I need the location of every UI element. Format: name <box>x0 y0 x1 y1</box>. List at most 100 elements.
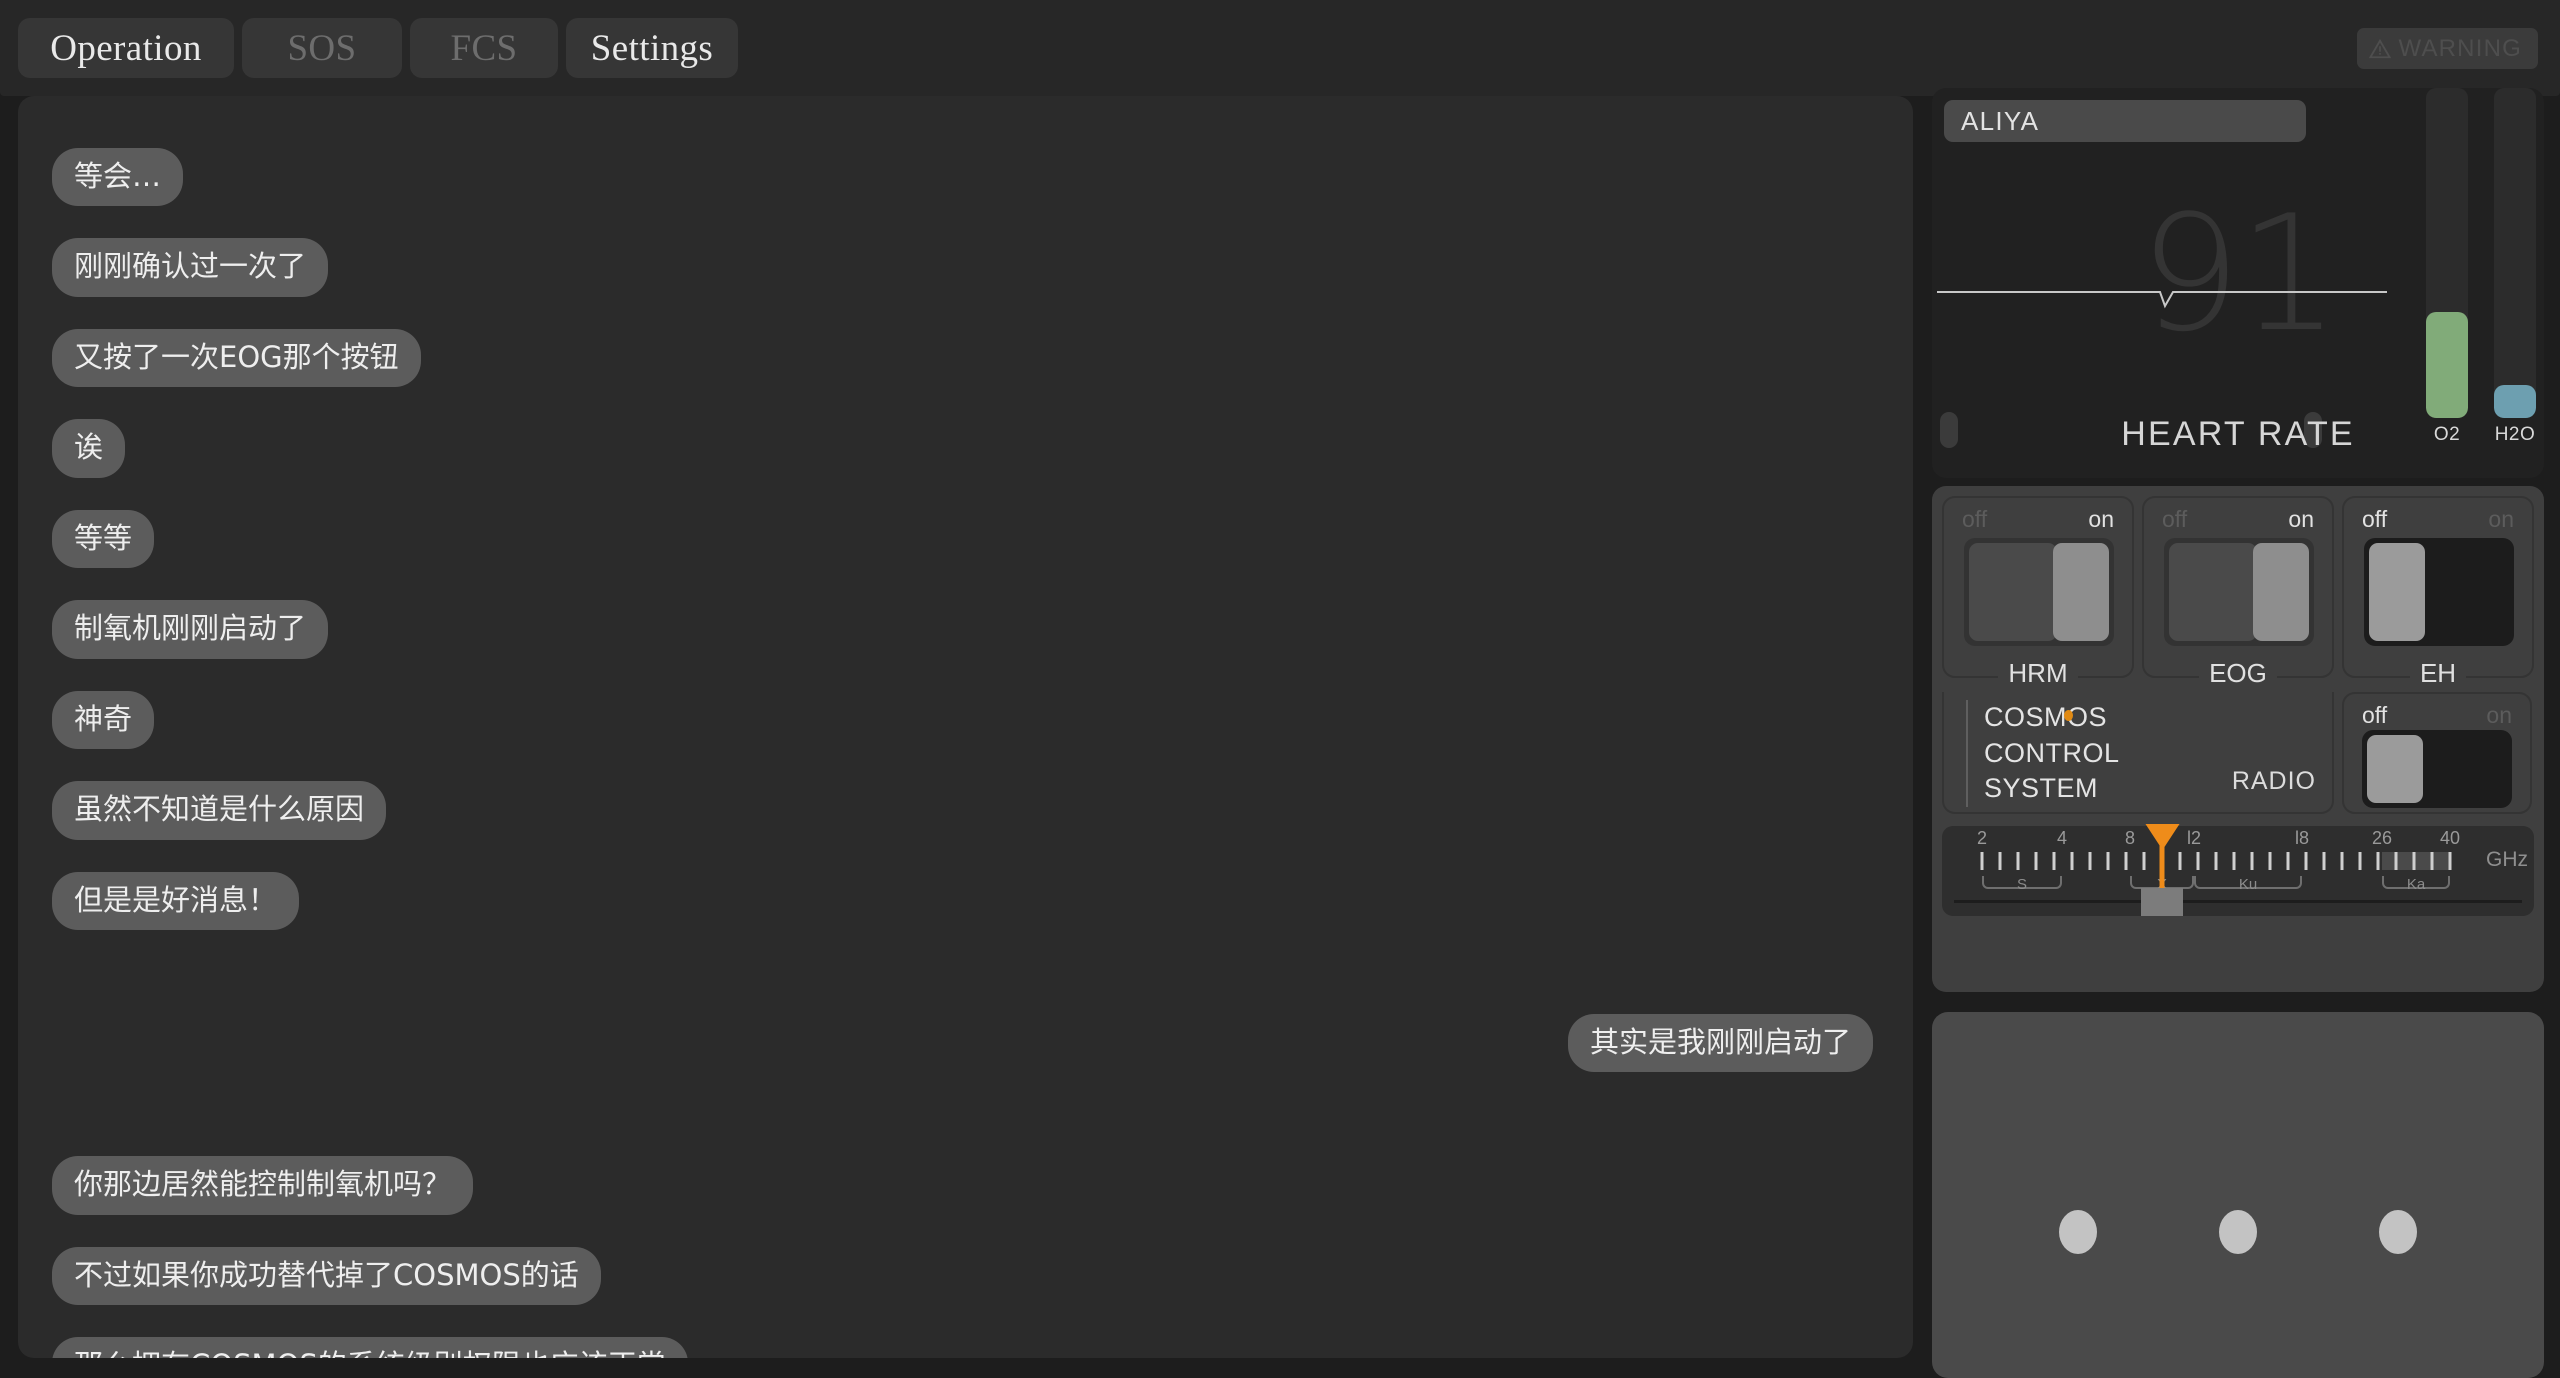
chat-message-row: 不过如果你成功替代掉了COSMOS的话 <box>52 1246 1873 1306</box>
chat-bubble-outgoing[interactable]: 其实是我刚刚启动了 <box>1567 1013 1873 1073</box>
chat-message-list[interactable]: 等会… 刚刚确认过一次了又按了一次EOG那个按钮诶等等制氧机刚刚启动了 神奇虽然不知… <box>18 96 1913 1358</box>
switch-eog-knob[interactable] <box>2253 543 2309 641</box>
switch-eog[interactable]: off on EOG <box>2142 496 2334 688</box>
chat-bubble-incoming[interactable]: 你那边居然能控制制氧机吗？ <box>52 1156 474 1215</box>
frequency-tick-label: 4 <box>2056 828 2068 848</box>
tab-operation[interactable]: Operation <box>18 18 234 78</box>
switch-hrm-knob[interactable] <box>2053 543 2109 641</box>
chat-message-row: 但是是好消息！ <box>52 871 1873 930</box>
cosmos-row: COSMOS CONTROL SYSTEM RADIO off on <box>1942 692 2534 814</box>
frequency-tick <box>2196 852 2200 870</box>
switch-eh-name-text: EH <box>2409 658 2467 688</box>
gauge-h2o-track <box>2494 88 2536 418</box>
chat-message-row: 制氧机刚刚启动了 <box>52 600 1873 659</box>
frequency-tick <box>2106 852 2110 870</box>
frequency-band-name: Ku <box>2238 876 2258 893</box>
frequency-slider-handle[interactable] <box>2141 888 2183 916</box>
switch-eh-track[interactable] <box>2364 538 2514 646</box>
chat-message-row: 其实是我刚刚启动了 <box>52 1013 1873 1073</box>
cosmos-line-2: CONTROL <box>1984 737 2120 768</box>
switch-hrm-name: HRM <box>1944 658 2132 689</box>
switch-eh-knob[interactable] <box>2369 543 2425 641</box>
tab-fcs[interactable]: FCS <box>410 18 558 78</box>
switch-eog-track[interactable] <box>2164 538 2314 646</box>
chat-message-row: 诶 <box>52 419 1873 478</box>
chat-message-row: 你那边居然能控制制氧机吗？ <box>52 1156 1873 1215</box>
tab-settings[interactable]: Settings <box>566 18 738 78</box>
right-sidebar: ALIYA 91 HEART RATE O2H2OENG offonHRMoff… <box>1932 88 2544 1378</box>
frequency-tick <box>2304 852 2308 870</box>
switch-hrm-name-text: HRM <box>1998 658 2078 688</box>
cosmos-title: COSMOS CONTROL SYSTEM <box>1966 700 2120 807</box>
gauge-h2o-label: H2O <box>2494 424 2536 445</box>
switch-eh[interactable]: off on EH <box>2342 496 2534 688</box>
frequency-tick <box>2448 852 2452 870</box>
warning-label: WARNING <box>2398 34 2522 62</box>
frequency-tick <box>2232 852 2236 870</box>
indicator-1[interactable] <box>2059 1210 2097 1254</box>
switch-radio-labels: off on <box>2362 702 2512 729</box>
frequency-tick-label: 26 <box>2371 828 2393 848</box>
chat-bubble-incoming[interactable]: 等会… <box>52 148 184 207</box>
switch-radio-track[interactable] <box>2362 730 2512 808</box>
frequency-needle-indicator <box>2159 826 2165 894</box>
chat-bubble-incoming[interactable]: 但是是好消息！ <box>52 871 300 930</box>
chat-bubble-incoming[interactable]: 又按了一次EOG那个按钮 <box>52 328 421 388</box>
gauge-h2o-fill <box>2494 385 2536 418</box>
switch-radio-knob[interactable] <box>2367 735 2423 803</box>
gauge-h2o[interactable]: H2O <box>2494 88 2536 446</box>
tab-label: FCS <box>450 27 518 69</box>
chat-bubble-incoming[interactable]: 神奇 <box>52 690 155 750</box>
frequency-tick <box>2430 852 2434 870</box>
frequency-tick <box>1980 852 1984 870</box>
frequency-tick <box>2394 852 2398 870</box>
chat-bubble-incoming[interactable]: 不过如果你成功替代掉了COSMOS的话 <box>52 1246 601 1306</box>
gauge-o2-fill <box>2426 312 2468 418</box>
control-panel: off on HRM off on EOG off on EH COSMOS CONTROL S… <box>1932 486 2544 992</box>
gauge-o2[interactable]: O2 <box>2426 88 2468 446</box>
chat-message-row: 虽然不知道是什么原因 <box>52 781 1873 840</box>
frequency-tick <box>2052 852 2056 870</box>
frequency-slider-panel[interactable]: 248l2l82640SXKuKa GHz <box>1942 826 2534 916</box>
switch-hrm-track[interactable] <box>1964 538 2114 646</box>
switch-radio[interactable]: off on <box>2342 692 2532 814</box>
frequency-band-name: Ka <box>2406 876 2426 893</box>
switch-radio-on-label: on <box>2486 702 2512 728</box>
switch-eog-name-text: EOG <box>2199 658 2277 688</box>
tab-sos[interactable]: SOS <box>242 18 402 78</box>
frequency-tick-label: l2 <box>2186 828 2202 848</box>
switch-hrm-labels: off on <box>1962 506 2114 533</box>
indicator-3[interactable] <box>2379 1210 2417 1254</box>
frequency-tick-label: 8 <box>2124 828 2136 848</box>
crew-name-chip[interactable]: ALIYA <box>1944 100 2306 142</box>
chat-bubble-incoming[interactable]: 制氧机刚刚启动了 <box>52 600 329 659</box>
tab-label: Settings <box>590 27 714 69</box>
chat-message-row: 刚刚确认过一次了 <box>52 238 1873 297</box>
cosmos-control-system-box: COSMOS CONTROL SYSTEM RADIO <box>1942 692 2334 814</box>
frequency-tick <box>2376 852 2380 870</box>
cosmos-line-3: SYSTEM <box>1984 773 2099 804</box>
warning-button[interactable]: WARNING <box>2357 28 2538 69</box>
frequency-tick <box>2412 852 2416 870</box>
frequency-tick <box>2034 852 2038 870</box>
chat-bubble-incoming[interactable]: 诶 <box>52 419 126 478</box>
chat-bubble-incoming[interactable]: 那么拥有COSMOS的系统级别权限也应该正常 <box>52 1337 688 1358</box>
indicator-2[interactable] <box>2219 1210 2257 1254</box>
chat-bubble-incoming[interactable]: 等等 <box>52 509 155 569</box>
frequency-tick <box>2340 852 2344 870</box>
switch-eog-on-label: on <box>2288 506 2314 532</box>
chat-bubble-incoming[interactable]: 刚刚确认过一次了 <box>52 238 329 297</box>
frequency-ka-band-highlight <box>2382 852 2450 870</box>
gauge-o2-track <box>2426 88 2468 418</box>
frequency-baseline <box>1954 900 2522 903</box>
chat-gap <box>52 962 1873 1014</box>
chat-bubble-incoming[interactable]: 虽然不知道是什么原因 <box>52 781 387 840</box>
switch-hrm-off-label: off <box>1962 506 1988 532</box>
switch-eog-labels: off on <box>2162 506 2314 533</box>
chat-message-row: 神奇 <box>52 690 1873 750</box>
switch-row: off on HRM off on EOG off on EH <box>1942 496 2534 688</box>
frequency-tick <box>2016 852 2020 870</box>
chat-message-row: 那么拥有COSMOS的系统级别权限也应该正常 <box>52 1337 1873 1358</box>
gauge-o2-label: O2 <box>2433 424 2461 445</box>
switch-hrm[interactable]: off on HRM <box>1942 496 2134 688</box>
